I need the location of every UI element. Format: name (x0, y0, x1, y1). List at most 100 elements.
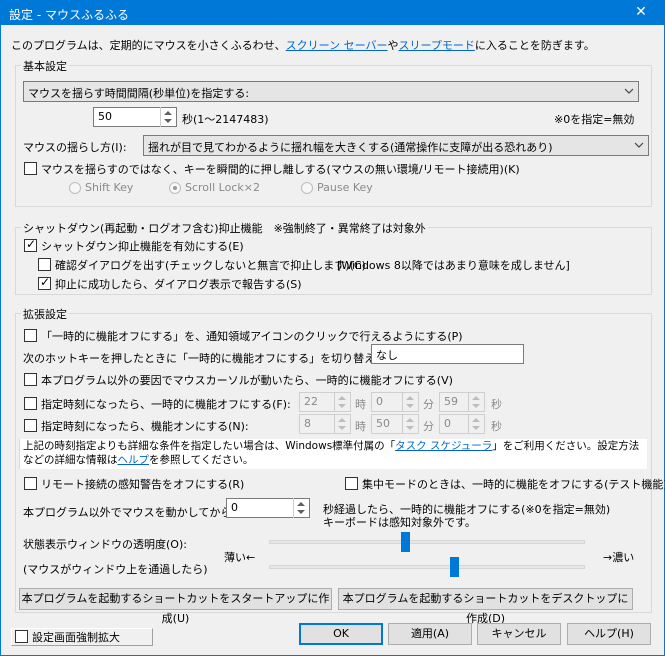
shutdown-note: ※強制終了・異常終了は対象外 (273, 222, 426, 235)
remote-warning-checkbox[interactable] (24, 477, 37, 490)
cursor-move-label: 本プログラム以外の要因でマウスカーソルが動いたら、一時的に機能オフにする(V) (41, 374, 453, 387)
off-hour-spinner[interactable] (334, 392, 350, 412)
on-second-value: 0 (444, 417, 451, 430)
opacity-hover-slider-track[interactable] (269, 565, 585, 569)
seconds-spinner[interactable] (160, 107, 176, 127)
shift-key-radio[interactable] (69, 182, 81, 194)
dark-label: →濃い (603, 551, 635, 564)
seconds-unit: 秒(1〜2147483) (182, 113, 269, 126)
on-second-spinner[interactable] (468, 414, 484, 434)
shake-method-select[interactable]: 揺れが目で見てわかるように揺れ幅を大きくする(通常操作に支障が出る恐れあり) (143, 135, 649, 156)
hotkey-value: なし (376, 349, 398, 362)
title-bar: 設定 - マウスふるふる ✕ (1, 1, 664, 25)
time-off-label: 指定時刻になったら、一時的に機能オフにする(F): (41, 398, 291, 411)
on-minute-value: 50 (376, 417, 390, 430)
on-hour-input[interactable]: 8 (299, 414, 351, 434)
intro-text: このプログラムは、定期的にマウスを小さくふるわせ、スクリーン セーバーやスリープ… (11, 37, 595, 53)
startup-shortcut-button[interactable]: 本プログラムを起動するショートカットをスタートアップに作成(U) (19, 588, 332, 625)
opacity-slider-thumb[interactable] (401, 532, 410, 552)
idle-seconds-value: 0 (231, 501, 238, 514)
info-pre: 上記の時刻指定よりも詳細な条件を指定したい場合は、Windows標準付属の「 (23, 440, 396, 452)
screensaver-link[interactable]: スクリーン セーバー (286, 39, 388, 52)
shutdown-enable-checkbox[interactable] (24, 237, 37, 252)
key-press-label: マウスを揺らすのではなく、キーを瞬間的に押し離しする(マウスの無い環境/リモート… (41, 163, 520, 176)
enlarge-label: 設定画面強制拡大 (32, 631, 120, 644)
confirm-dialog-label: 確認ダイアログを出す(チェックしないと無言で抑止します)(C) (55, 259, 366, 272)
cursor-move-checkbox[interactable] (24, 373, 37, 386)
shift-key-label: Shift Key (85, 181, 134, 194)
tray-click-label: 「一時的に機能オフにする」を、通知領域アイコンのクリックで行えるようにする(P) (41, 330, 463, 343)
zero-disables-note: ※0を指定=無効 (554, 113, 635, 126)
idle-seconds-input[interactable]: 0 (226, 498, 310, 518)
off-minute-spinner[interactable] (402, 392, 418, 412)
remote-warning-label: リモート接続の感知警告をオフにする(R) (41, 478, 245, 491)
intro-post: に入ることを防ぎます。 (474, 39, 595, 52)
time-on-checkbox[interactable] (24, 419, 37, 432)
windows8-note: [Windows 8以降ではあまり意味を成しません] (337, 259, 570, 272)
scroll-lock-radio[interactable] (169, 182, 181, 194)
task-scheduler-link[interactable]: タスク スケジューラ (395, 440, 492, 452)
seconds-value: 50 (98, 110, 112, 123)
pause-key-label: Pause Key (317, 181, 373, 194)
on-minute-spinner[interactable] (402, 414, 418, 434)
opacity-label: 状態表示ウィンドウの透明度(O): (23, 538, 187, 551)
off-minute-unit: 分 (423, 398, 434, 411)
scroll-lock-label: Scroll Lock×2 (185, 181, 260, 194)
report-dialog-checkbox[interactable] (38, 275, 51, 290)
intro-pre: このプログラムは、定期的にマウスを小さくふるわせ、 (11, 39, 286, 52)
on-second-input[interactable]: 0 (439, 414, 485, 434)
cancel-button[interactable]: キャンセル (477, 623, 561, 645)
off-second-input[interactable]: 59 (439, 392, 485, 412)
opacity-slider-track[interactable] (269, 540, 585, 544)
off-second-spinner[interactable] (468, 392, 484, 412)
shake-method-value: 揺れが目で見てわかるように揺れ幅を大きくする(通常操作に支障が出る恐れあり) (148, 141, 553, 154)
focus-mode-label: 集中モードのときは、一時的に機能をオフにする(テスト機能) (362, 478, 665, 491)
help-button[interactable]: ヘルプ(H) (567, 623, 651, 645)
close-icon[interactable]: ✕ (618, 1, 664, 25)
hotkey-label: 次のホットキーを押したときに「一時的に機能オフにする」を切り替える: (23, 352, 390, 365)
basic-settings-label: 基本設定 (21, 58, 69, 74)
on-minute-input[interactable]: 50 (371, 414, 419, 434)
sleep-mode-link[interactable]: スリープモード (399, 39, 475, 52)
time-off-checkbox[interactable] (24, 397, 37, 410)
apply-button[interactable]: 適用(A) (388, 623, 472, 645)
enlarge-checkbox[interactable] (15, 630, 28, 643)
shutdown-enable-label: シャットダウン抑止機能を有効にする(E) (41, 240, 244, 253)
on-hour-spinner[interactable] (334, 414, 350, 434)
on-hour-unit: 時 (355, 420, 366, 433)
task-scheduler-info: 上記の時刻指定よりも詳細な条件を指定したい場合は、Windows標準付属の「タス… (19, 439, 647, 469)
tray-click-checkbox[interactable] (24, 329, 37, 342)
window-title: 設定 - マウスふるふる (9, 8, 129, 22)
shutdown-group-label: シャットダウン(再起動・ログオフ含む)抑止機能 ※強制終了・異常終了は対象外 (21, 220, 428, 236)
hotkey-input[interactable]: なし (371, 344, 524, 364)
confirm-dialog-checkbox[interactable] (38, 258, 51, 271)
chevron-down-icon (624, 88, 634, 94)
interval-mode-select[interactable]: マウスを揺らす時間間隔(秒単位)を指定する: (23, 81, 639, 102)
settings-window: 設定 - マウスふるふる ✕ このプログラムは、定期的にマウスを小さくふるわせ、… (0, 0, 665, 656)
desktop-shortcut-button[interactable]: 本プログラムを起動するショートカットをデスクトップに作成(D) (338, 588, 633, 625)
shake-method-label: マウスの揺らし方(I): (23, 141, 127, 154)
seconds-input[interactable]: 50 (93, 107, 177, 127)
opacity-hover-slider-thumb[interactable] (450, 557, 460, 577)
on-second-unit: 秒 (491, 420, 502, 433)
off-minute-value: 0 (376, 395, 383, 408)
key-press-checkbox[interactable] (24, 162, 37, 175)
idle-seconds-spinner[interactable] (293, 498, 309, 518)
pause-key-radio[interactable] (301, 182, 313, 194)
ok-button[interactable]: OK (299, 623, 383, 645)
off-hour-value: 22 (304, 395, 318, 408)
off-second-unit: 秒 (491, 398, 502, 411)
off-minute-input[interactable]: 0 (371, 392, 419, 412)
focus-mode-checkbox[interactable] (345, 477, 358, 490)
extended-group-label: 拡張設定 (21, 306, 69, 322)
off-second-value: 59 (444, 395, 458, 408)
on-minute-unit: 分 (423, 420, 434, 433)
help-link[interactable]: ヘルプ (118, 454, 150, 466)
shutdown-label-text: シャットダウン(再起動・ログオフ含む)抑止機能 (23, 222, 263, 235)
thin-label: 薄い← (224, 551, 256, 564)
off-hour-input[interactable]: 22 (299, 392, 351, 412)
off-hour-unit: 時 (355, 398, 366, 411)
opacity-hover-label: (マウスがウィンドウ上を通過したら) (23, 563, 208, 576)
interval-mode-value: マウスを揺らす時間間隔(秒単位)を指定する: (28, 87, 250, 100)
intro-mid: や (387, 39, 399, 52)
